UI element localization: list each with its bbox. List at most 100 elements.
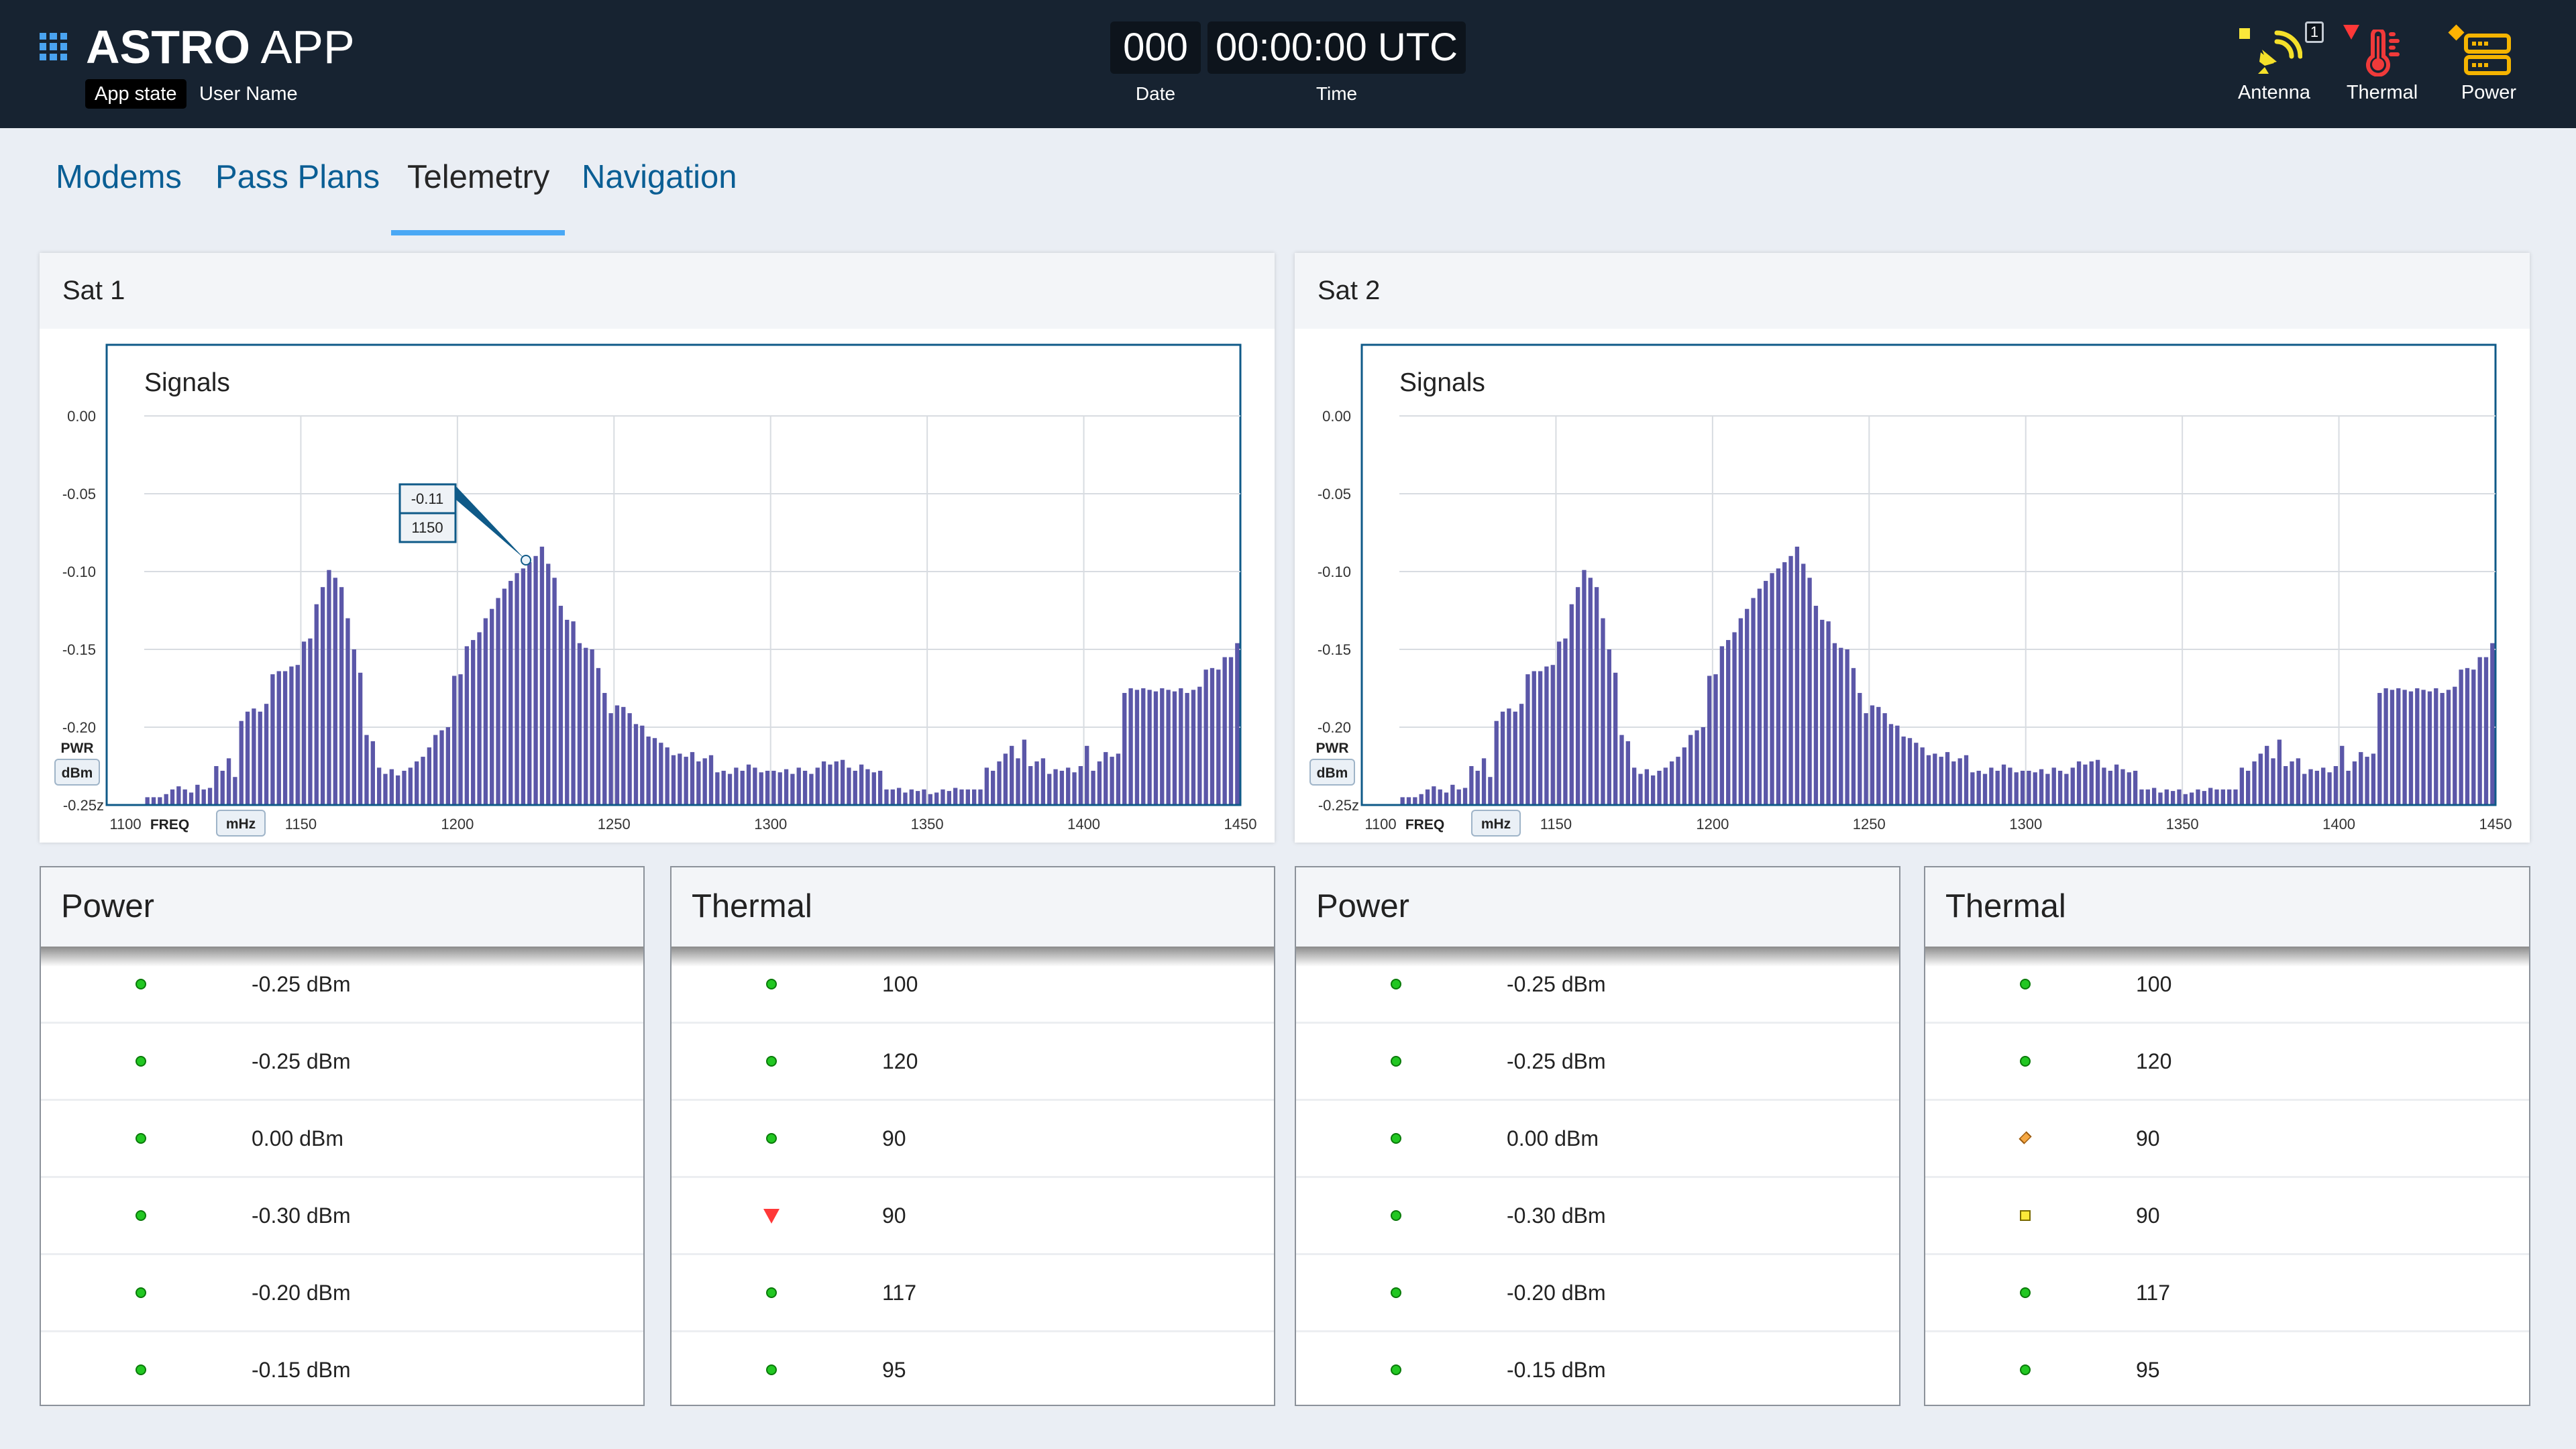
- signal-bar[interactable]: [1419, 794, 1424, 805]
- signal-bar[interactable]: [182, 789, 187, 805]
- signal-bar[interactable]: [796, 767, 801, 805]
- signal-bar[interactable]: [395, 775, 400, 805]
- signal-bar[interactable]: [721, 770, 726, 805]
- signal-bar[interactable]: [1425, 789, 1430, 805]
- signal-bar[interactable]: [2246, 770, 2251, 805]
- signal-bar[interactable]: [1185, 692, 1189, 805]
- signal-bar[interactable]: [1726, 640, 1731, 805]
- signal-bar[interactable]: [427, 747, 432, 805]
- signal-bar[interactable]: [865, 769, 870, 805]
- signal-bar[interactable]: [2033, 772, 2037, 805]
- signal-bar[interactable]: [890, 789, 895, 805]
- signal-bar[interactable]: [370, 741, 375, 805]
- signal-bar[interactable]: [1116, 753, 1121, 805]
- signal-bar[interactable]: [696, 761, 701, 805]
- signal-bar[interactable]: [2051, 767, 2056, 805]
- signal-bar[interactable]: [727, 773, 733, 805]
- signal-bar[interactable]: [1970, 772, 1975, 805]
- signal-bar[interactable]: [1588, 578, 1593, 805]
- signal-bar[interactable]: [1028, 766, 1033, 805]
- signal-bar[interactable]: [2415, 688, 2420, 805]
- signal-bar[interactable]: [1782, 562, 1787, 805]
- signal-bar[interactable]: [2158, 792, 2163, 805]
- signal-bar[interactable]: [1933, 753, 1937, 805]
- signal-bar[interactable]: [959, 789, 964, 805]
- signal-bar[interactable]: [1078, 766, 1083, 805]
- signal-bar[interactable]: [614, 705, 620, 805]
- signal-bar[interactable]: [1203, 669, 1208, 805]
- signal-bar[interactable]: [1147, 690, 1152, 805]
- signal-bar[interactable]: [571, 621, 576, 805]
- signal-bar[interactable]: [1939, 757, 1943, 805]
- signal-bar[interactable]: [2340, 745, 2345, 805]
- signal-bar[interactable]: [909, 789, 914, 805]
- signal-bar[interactable]: [1191, 690, 1196, 805]
- signal-bar[interactable]: [1995, 770, 2000, 805]
- signal-bar[interactable]: [941, 789, 945, 805]
- signal-bar[interactable]: [2076, 761, 2082, 805]
- table-row[interactable]: -0.25 dBm: [41, 1024, 643, 1101]
- signal-bar[interactable]: [1757, 588, 1762, 805]
- signal-bar[interactable]: [2396, 688, 2401, 805]
- signal-bar[interactable]: [1663, 767, 1668, 805]
- tab-navigation[interactable]: Navigation: [582, 158, 737, 196]
- signal-bar[interactable]: [734, 767, 739, 805]
- signal-bar[interactable]: [984, 767, 989, 805]
- signal-bar[interactable]: [2239, 767, 2245, 805]
- signal-bar[interactable]: [1513, 711, 1517, 805]
- signal-bar[interactable]: [2465, 667, 2470, 805]
- signal-bar[interactable]: [1406, 797, 1411, 805]
- signal-bar[interactable]: [2434, 688, 2438, 805]
- signal-bar[interactable]: [1839, 647, 1843, 805]
- signal-bar[interactable]: [245, 711, 250, 805]
- signal-bar[interactable]: [552, 578, 557, 805]
- signal-bar[interactable]: [327, 570, 331, 805]
- signal-bar[interactable]: [1888, 724, 1894, 805]
- signal-bar[interactable]: [1507, 708, 1511, 805]
- signal-bar[interactable]: [2220, 789, 2226, 805]
- tab-telemetry[interactable]: Telemetry: [407, 158, 549, 196]
- tab-modems[interactable]: Modems: [56, 158, 182, 196]
- signal-bar[interactable]: [2333, 766, 2339, 805]
- signal-bar[interactable]: [684, 757, 688, 805]
- signal-bar[interactable]: [1122, 692, 1127, 805]
- signal-bar[interactable]: [1895, 725, 1900, 805]
- signal-bar[interactable]: [276, 671, 281, 805]
- signal-bar[interactable]: [408, 767, 413, 805]
- signal-bar[interactable]: [402, 770, 407, 805]
- signal-bar[interactable]: [790, 773, 795, 805]
- signal-bar[interactable]: [2383, 688, 2388, 805]
- signal-bar[interactable]: [546, 564, 551, 805]
- signal-bar[interactable]: [565, 619, 570, 805]
- signal-bar[interactable]: [1751, 598, 1756, 805]
- signal-bar[interactable]: [1914, 743, 1919, 805]
- signal-bar[interactable]: [2202, 791, 2206, 805]
- signal-bar[interactable]: [176, 786, 181, 805]
- table-row[interactable]: 90: [1925, 1101, 2529, 1178]
- signal-bar[interactable]: [690, 752, 695, 805]
- signal-bar[interactable]: [1945, 752, 1950, 805]
- signal-bar[interactable]: [433, 735, 438, 805]
- app-grid-icon[interactable]: [40, 33, 67, 60]
- signal-bar[interactable]: [590, 649, 594, 805]
- signal-bar[interactable]: [539, 546, 545, 805]
- signal-bar[interactable]: [439, 730, 444, 805]
- signal-bar[interactable]: [1882, 713, 1887, 805]
- signal-bar[interactable]: [1438, 789, 1442, 805]
- signal-bar[interactable]: [2459, 669, 2463, 805]
- signal-bar[interactable]: [195, 784, 200, 805]
- signal-bar[interactable]: [2352, 761, 2357, 805]
- signal-bar[interactable]: [1110, 757, 1114, 805]
- signal-bar[interactable]: [1625, 741, 1630, 805]
- signal-bar[interactable]: [1864, 713, 1868, 805]
- signal-bar[interactable]: [1172, 691, 1177, 805]
- signal-bar[interactable]: [445, 727, 451, 805]
- signal-bar[interactable]: [1450, 784, 1455, 805]
- signal-bar[interactable]: [189, 792, 194, 805]
- signal-bar[interactable]: [602, 692, 607, 805]
- signal-bar[interactable]: [1813, 606, 1819, 805]
- signal-bar[interactable]: [1870, 705, 1875, 805]
- signal-bar[interactable]: [1794, 546, 1800, 805]
- signal-bar[interactable]: [2020, 770, 2025, 805]
- signal-bar[interactable]: [621, 706, 626, 805]
